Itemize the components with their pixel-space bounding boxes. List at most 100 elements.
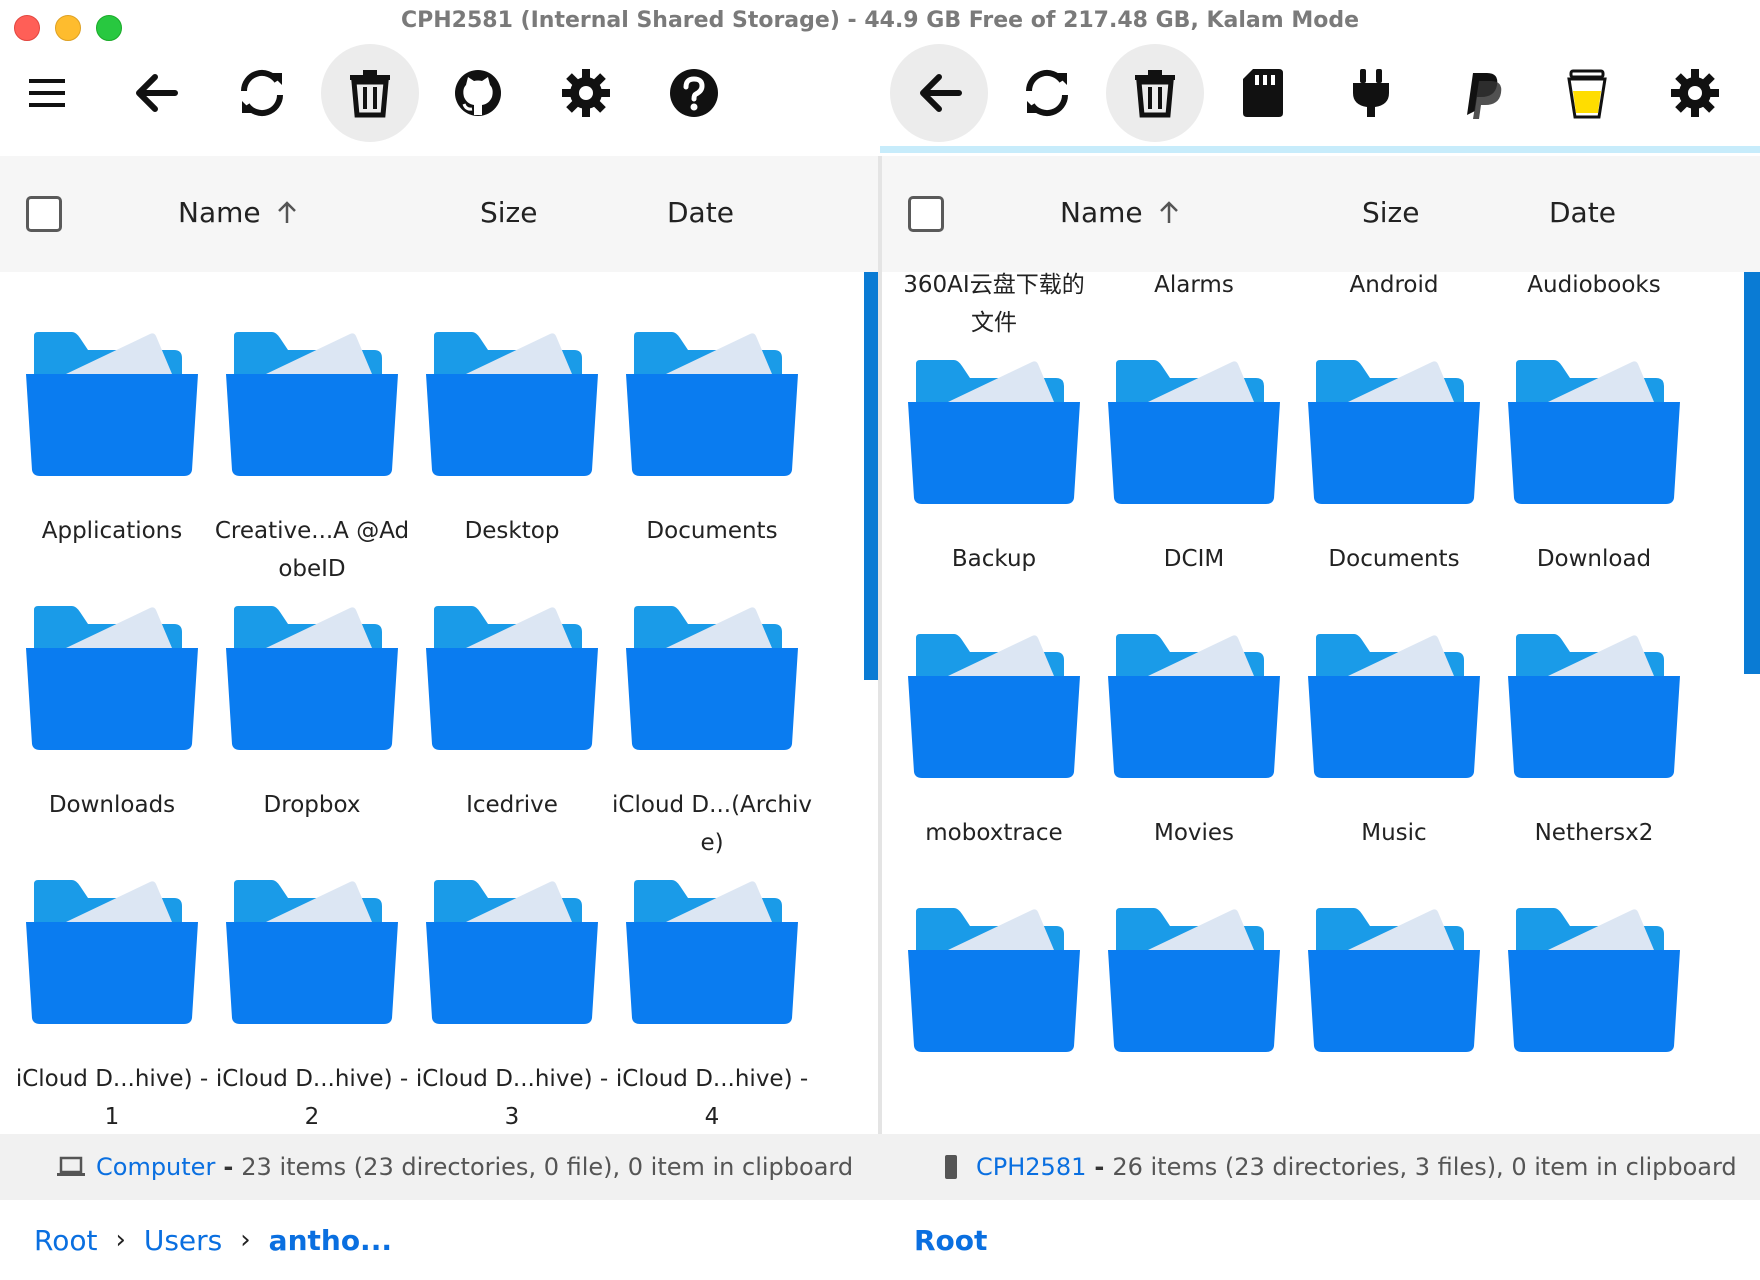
gear-icon: [1671, 69, 1719, 117]
left-back-button[interactable]: [106, 44, 204, 142]
folder-item[interactable]: Downloads: [12, 604, 212, 878]
left-select-all-checkbox[interactable]: [26, 196, 62, 232]
right-scrollbar[interactable]: [1744, 218, 1760, 674]
coffee-cup-icon: [1567, 69, 1607, 119]
sd-card-button[interactable]: [1214, 44, 1312, 142]
right-status-bar: CPH2581 - 26 items (23 directories, 3 fi…: [880, 1134, 1760, 1200]
folder-item[interactable]: iCloud D...hive) - 4: [612, 878, 812, 1134]
folder-label: Dropbox: [263, 792, 361, 818]
gear-icon: [562, 69, 610, 117]
left-status-bar: Computer - 23 items (23 directories, 0 f…: [0, 1134, 880, 1200]
left-delete-button[interactable]: [321, 44, 419, 142]
left-device-link[interactable]: Computer: [96, 1153, 215, 1181]
folder-item[interactable]: Nethersx2: [1494, 632, 1694, 906]
breadcrumb-current[interactable]: antho...: [269, 1224, 392, 1257]
folder-label: Movies: [1153, 820, 1235, 846]
right-settings-button[interactable]: [1646, 44, 1744, 142]
right-back-button[interactable]: [890, 44, 988, 142]
folder-icon: [906, 906, 1082, 1054]
folder-icon: [224, 878, 400, 1026]
left-size-column-header[interactable]: Size: [480, 196, 537, 229]
folder-item[interactable]: Dropbox: [212, 604, 412, 878]
left-date-column-header[interactable]: Date: [667, 196, 734, 229]
title-bar: CPH2581 (Internal Shared Storage) - 44.9…: [0, 0, 1760, 46]
left-breadcrumb: Root › Users › antho...: [34, 1200, 392, 1280]
folder-item[interactable]: [1094, 906, 1294, 1134]
folder-label: Download: [1536, 546, 1652, 572]
folder-label: Music: [1361, 820, 1427, 846]
folder-icon: [1306, 358, 1482, 506]
right-name-column-header[interactable]: Name: [1060, 196, 1183, 229]
trash-icon: [1135, 70, 1175, 118]
right-column-header: Name Size Date: [882, 156, 1760, 272]
folder-item[interactable]: iCloud D...(Archive): [612, 604, 812, 878]
date-column-label: Date: [667, 196, 734, 229]
left-name-column-header[interactable]: Name: [178, 196, 301, 229]
folder-label: iCloud D...hive) - 4: [615, 1066, 809, 1130]
folder-item[interactable]: Icedrive: [412, 604, 612, 878]
folder-icon: [624, 604, 800, 752]
right-refresh-button[interactable]: [998, 44, 1096, 142]
folder-icon: [1506, 358, 1682, 506]
paypal-icon: [1467, 73, 1502, 119]
active-pane-indicator: [880, 146, 1760, 153]
folder-item[interactable]: Documents: [612, 330, 812, 604]
refresh-icon: [1025, 69, 1069, 117]
folder-label: Backup: [951, 546, 1037, 572]
folder-icon: [1106, 906, 1282, 1054]
right-date-column-header[interactable]: Date: [1549, 196, 1616, 229]
folder-icon: [1306, 906, 1482, 1054]
folder-item[interactable]: Documents: [1294, 358, 1494, 632]
left-settings-button[interactable]: [537, 44, 635, 142]
breadcrumb-root[interactable]: Root: [914, 1224, 987, 1257]
sd-card-icon: [1243, 69, 1283, 117]
size-column-label: Size: [1362, 196, 1420, 229]
folder-item[interactable]: Music: [1294, 632, 1494, 906]
folder-item[interactable]: iCloud D...hive) - 2: [212, 878, 412, 1134]
folder-label: Documents: [1328, 546, 1460, 572]
chevron-right-icon: ›: [115, 1225, 126, 1255]
folder-item[interactable]: iCloud D...hive) - 3: [412, 878, 612, 1134]
right-device-link[interactable]: CPH2581: [976, 1153, 1086, 1181]
left-refresh-button[interactable]: [213, 44, 311, 142]
right-delete-button[interactable]: [1106, 44, 1204, 142]
right-size-column-header[interactable]: Size: [1362, 196, 1419, 229]
buy-coffee-button[interactable]: [1538, 44, 1636, 142]
chevron-right-icon: ›: [240, 1225, 251, 1255]
folder-item[interactable]: Movies: [1094, 632, 1294, 906]
folder-icon: [1106, 358, 1282, 506]
folder-item[interactable]: [1294, 906, 1494, 1134]
folder-item[interactable]: Applications: [12, 330, 212, 604]
breadcrumb-users[interactable]: Users: [144, 1224, 222, 1257]
right-select-all-checkbox[interactable]: [908, 196, 944, 232]
help-button[interactable]: [645, 44, 743, 142]
name-column-label: Name: [1060, 196, 1143, 229]
github-button[interactable]: [429, 44, 527, 142]
folder-item[interactable]: [1494, 906, 1694, 1134]
breadcrumb-root[interactable]: Root: [34, 1224, 97, 1257]
folder-item[interactable]: moboxtrace: [894, 632, 1094, 906]
folder-item[interactable]: iCloud D...hive) - 1: [12, 878, 212, 1134]
left-file-pane[interactable]: Name Size Date Applications Creative...A …: [0, 156, 878, 1134]
folder-item[interactable]: DCIM: [1094, 358, 1294, 632]
laptop-icon: [57, 1156, 85, 1176]
paypal-button[interactable]: [1430, 44, 1528, 142]
menu-button[interactable]: [0, 44, 96, 142]
folder-item[interactable]: Download: [1494, 358, 1694, 632]
folder-icon: [906, 632, 1082, 780]
folder-item[interactable]: Desktop: [412, 330, 612, 604]
back-arrow-icon: [136, 74, 178, 112]
left-column-header: Name Size Date: [0, 156, 878, 272]
folder-label: Desktop: [464, 518, 560, 544]
refresh-icon: [240, 69, 284, 117]
folder-item[interactable]: Backup: [894, 358, 1094, 632]
folder-label: Nethersx2: [1534, 820, 1654, 846]
folder-item[interactable]: Creative...A @AdobeID: [212, 330, 412, 604]
folder-item[interactable]: [894, 906, 1094, 1134]
plug-button[interactable]: [1322, 44, 1420, 142]
folder-icon: [624, 878, 800, 1026]
folder-icon: [224, 330, 400, 478]
right-file-pane[interactable]: 360AI云盘下载的文件 Alarms Android Audiobooks Backu…: [882, 156, 1760, 1134]
folder-label: iCloud D...hive) - 2: [215, 1066, 409, 1130]
trash-icon: [350, 70, 390, 118]
